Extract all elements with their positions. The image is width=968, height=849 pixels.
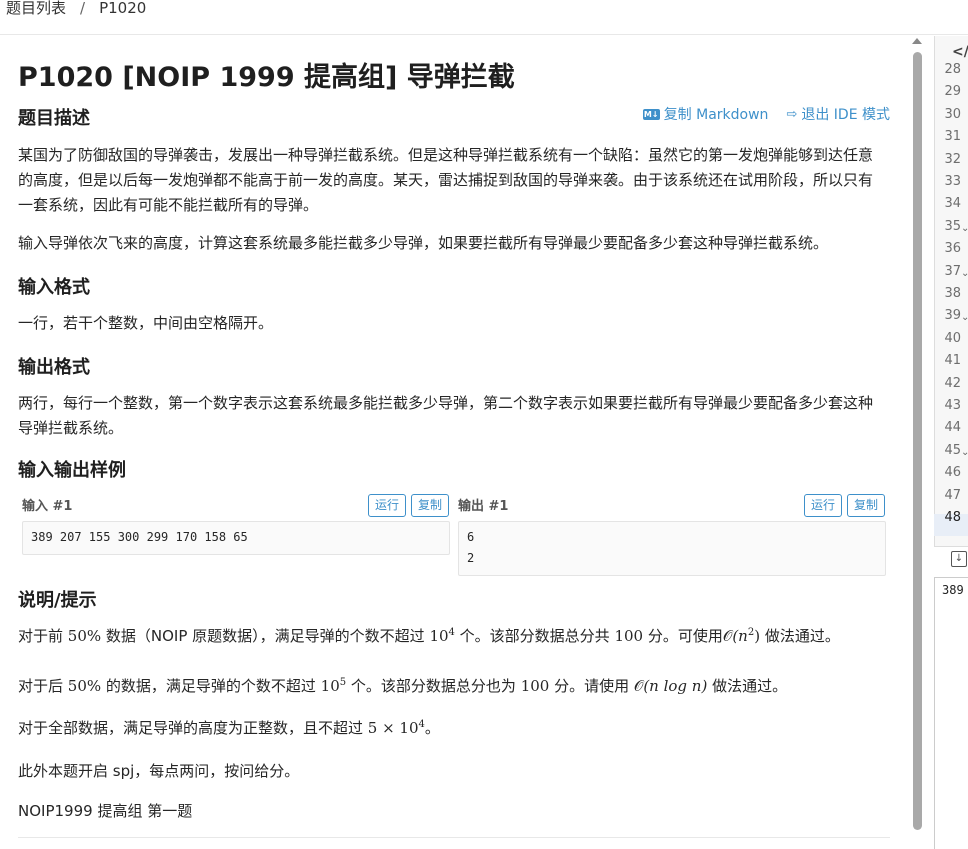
output-format-heading: 输出格式 [18,357,90,378]
sample-input-box: 389 207 155 300 299 170 158 65 [22,521,450,555]
exit-ide-label: 退出 IDE 模式 [801,107,890,123]
line-number: 46 [944,465,961,481]
breadcrumb: 题目列表 / P1020 [6,0,146,18]
line-number: 31 [944,129,961,145]
breadcrumb-problem-list[interactable]: 题目列表 [6,0,66,18]
line-number: 32 [944,151,961,167]
hint-paragraph-1: 对于前 50% 数据（NOIP 原题数据），满足导弹的个数不超过 104 个。该… [18,627,840,645]
sample-output-label: 输出 #1 [458,499,509,514]
breadcrumb-current[interactable]: P1020 [99,0,146,17]
description-paragraph-1: 某国为了防御敌国的导弹袭击，发展出一种导弹拦截系统。但是这种导弹拦截系统有一个缺… [18,146,874,214]
hint-paragraph-4: 此外本题开启 spj，每点两问，按问给分。 [18,762,300,780]
line-number: 29 [944,84,961,100]
fold-chevron-icon[interactable]: ⌄ [961,223,968,234]
input-format-heading: 输入格式 [18,277,90,298]
input-format-text: 一行，若干个整数，中间由空格隔开。 [18,314,274,332]
line-number: 44 [944,420,961,436]
line-number: 42 [944,375,961,391]
hint-paragraph-5: NOIP1999 提高组 第一题 [18,802,193,820]
line-number: 41 [944,353,961,369]
exit-ide-button[interactable]: ⇨ 退出 IDE 模式 [786,104,890,124]
line-number: 45 [944,442,961,458]
line-number: 30 [944,106,961,122]
markdown-icon: M↓ [642,108,660,120]
description-paragraph-2: 输入导弹依次飞来的高度，计算这套系统最多能拦截多少导弹，如果要拦截所有导弹最少要… [18,234,829,252]
breadcrumb-separator: / [80,0,86,17]
line-number: 35 [944,218,961,234]
hint-heading: 说明/提示 [18,590,97,611]
content-divider [18,837,890,838]
sample-output-run-button[interactable]: 运行 [804,494,843,517]
custom-input-pane[interactable] [934,577,968,849]
line-number: 40 [944,330,961,346]
line-number: 34 [944,196,961,212]
exit-icon: ⇨ [786,106,798,122]
hint-paragraph-2: 对于后 50% 的数据，满足导弹的个数不超过 105 个。该部分数据总分也为 1… [18,677,788,695]
line-number: 36 [944,241,961,257]
problem-panel: P1020 [NOIP 1999 提高组] 导弹拦截 题目描述 M↓ 复制 Ma… [0,36,906,848]
output-format-text: 两行，每行一个整数，第一个数字表示这套系统最多能拦截多少导弹，第二个数字表示如果… [18,394,874,437]
download-icon[interactable]: ↓ [951,551,967,567]
line-number: 37 [944,263,961,279]
line-number: 38 [944,286,961,301]
code-icon[interactable]: </> [952,44,968,60]
problem-title: P1020 [NOIP 1999 提高组] 导弹拦截 [18,62,515,93]
sample-input-copy-button[interactable]: 复制 [411,494,450,517]
description-heading: 题目描述 [18,108,90,129]
line-number: 47 [944,487,961,503]
copy-markdown-button[interactable]: M↓ 复制 Markdown [642,104,769,124]
line-number: 39 [944,308,961,324]
fold-chevron-icon[interactable]: ⌄ [961,268,968,279]
line-number: 43 [944,398,961,413]
header-actions: M↓ 复制 Markdown ⇨ 退出 IDE 模式 [642,104,890,124]
fold-chevron-icon[interactable]: ⌄ [961,447,968,458]
problem-scrollbar-thumb[interactable] [913,52,922,830]
sample-input-label: 输入 #1 [22,499,73,514]
sample-input-run-button[interactable]: 运行 [368,494,407,517]
line-number: 28 [944,62,961,77]
line-number: 33 [944,174,961,189]
top-bar: 题目列表 / P1020 [0,0,968,35]
copy-markdown-label: 复制 Markdown [663,107,769,123]
sample-output-copy-button[interactable]: 复制 [847,494,886,517]
samples-heading: 输入输出样例 [18,460,126,481]
sample-output-box: 6 2 [458,521,886,576]
scroll-up-arrow-icon[interactable] [912,38,922,44]
custom-input-value[interactable]: 389 [942,583,964,597]
hint-paragraph-3: 对于全部数据，满足导弹的高度为正整数，且不超过 5 × 104。 [18,719,440,737]
line-number: 48 [944,510,961,525]
fold-chevron-icon[interactable]: ⌄ [961,312,968,323]
